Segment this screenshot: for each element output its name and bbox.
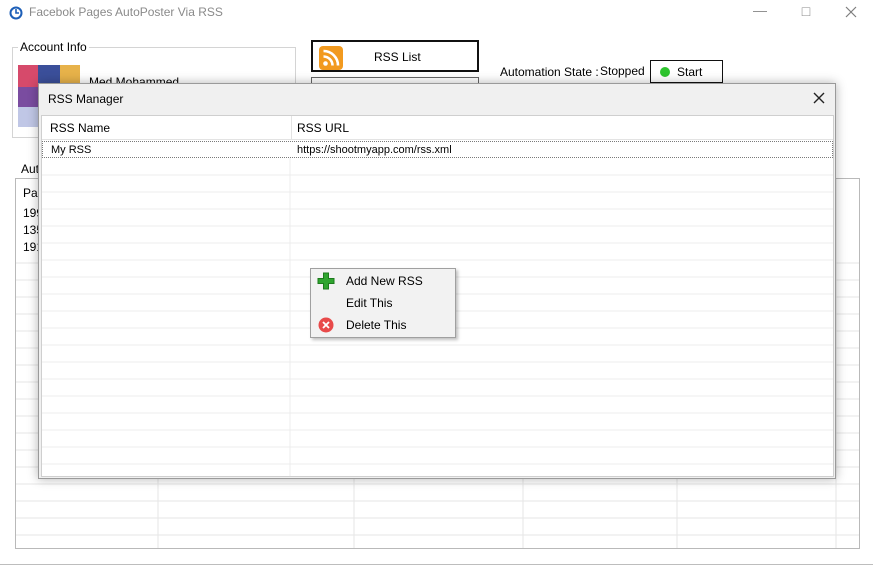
rss-list-label: RSS List (374, 50, 421, 64)
status-indicator-icon (660, 67, 670, 77)
dialog-close-icon[interactable] (809, 88, 829, 108)
rss-list-button[interactable]: RSS List (311, 40, 479, 72)
menu-item-edit-this[interactable]: Edit This (313, 292, 453, 314)
rss-icon (319, 46, 343, 70)
account-info-label: Account Info (20, 40, 87, 54)
menu-label-delete-this: Delete This (346, 318, 407, 332)
menu-label-add-new-rss: Add New RSS (346, 274, 423, 288)
plus-icon (317, 272, 335, 290)
automation-state-label: Automation State : (500, 65, 599, 79)
start-button[interactable]: Start (650, 60, 723, 83)
menu-item-add-new-rss[interactable]: Add New RSS (313, 270, 453, 292)
minimize-icon[interactable]: — (749, 2, 771, 18)
menu-item-delete-this[interactable]: Delete This (313, 314, 453, 336)
context-menu: Add New RSS Edit This Delete This (310, 268, 456, 338)
start-label: Start (677, 65, 703, 79)
close-window-icon[interactable] (843, 4, 859, 20)
menu-label-edit-this: Edit This (346, 296, 393, 310)
window-title: Facebok Pages AutoPoster Via RSS (29, 5, 223, 19)
delete-x-icon (317, 316, 335, 334)
app-icon (9, 6, 23, 20)
automation-state-value: Stopped (600, 64, 645, 78)
maximize-icon[interactable]: □ (795, 3, 817, 19)
dialog-title: RSS Manager (48, 92, 124, 106)
